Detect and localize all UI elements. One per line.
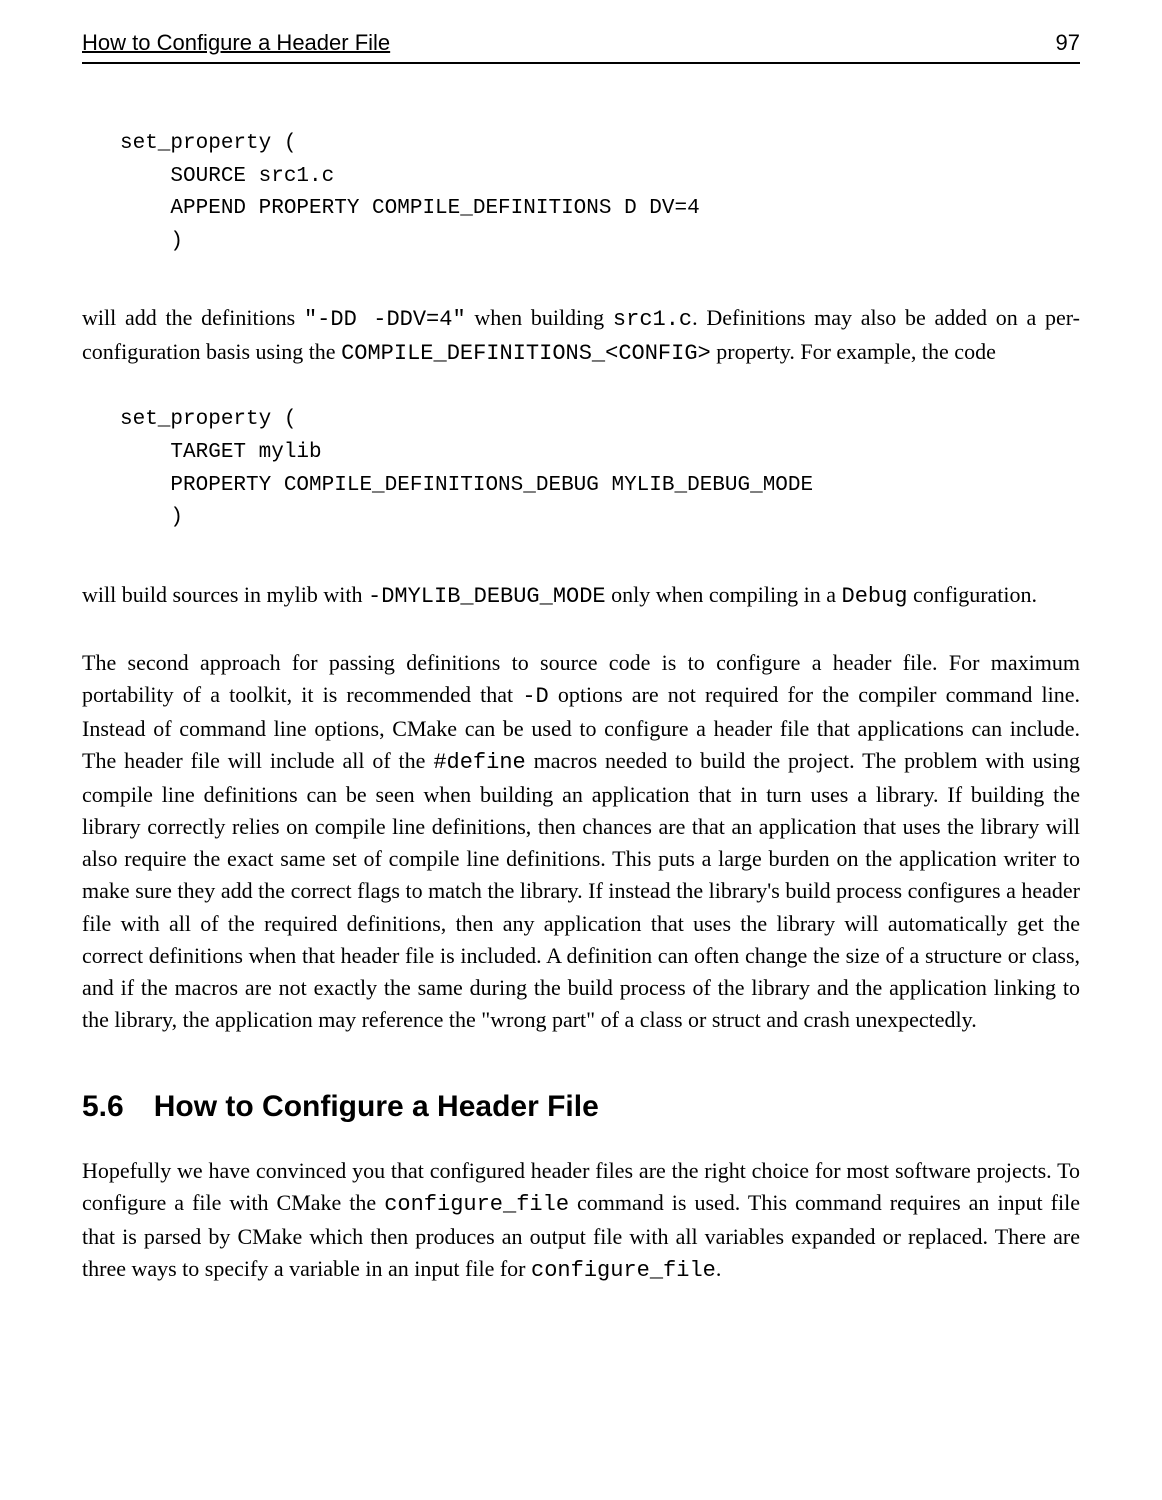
text: property. For example, the code xyxy=(711,339,996,364)
code-line: APPEND PROPERTY COMPILE_DEFINITIONS D DV… xyxy=(120,197,700,220)
paragraph-1: will add the definitions "-DD -DDV=4" wh… xyxy=(82,302,1080,370)
code-line: set_property ( xyxy=(120,132,296,155)
code-line: ) xyxy=(120,506,183,529)
page: How to Configure a Header File 97 set_pr… xyxy=(0,0,1162,1500)
inline-code: COMPILE_DEFINITIONS_<CONFIG> xyxy=(341,341,711,366)
text: will add the definitions xyxy=(82,305,304,330)
code-line: ) xyxy=(120,230,183,253)
inline-code: configure_file xyxy=(384,1192,569,1217)
section-heading: 5.6 How to Configure a Header File xyxy=(82,1084,1080,1129)
inline-code: "-DD -DDV=4" xyxy=(304,307,466,332)
code-block-1: set_property ( SOURCE src1.c APPEND PROP… xyxy=(120,128,1080,258)
text: configuration. xyxy=(908,582,1038,607)
text: when building xyxy=(466,305,613,330)
section-title: How to Configure a Header File xyxy=(154,1090,599,1123)
inline-code: configure_file xyxy=(531,1258,716,1283)
code-line: set_property ( xyxy=(120,408,296,431)
paragraph-3: The second approach for passing definiti… xyxy=(82,647,1080,1036)
inline-code: -DMYLIB_DEBUG_MODE xyxy=(368,584,606,609)
text: will build sources in mylib with xyxy=(82,582,368,607)
text: . xyxy=(716,1256,722,1281)
paragraph-4: Hopefully we have convinced you that con… xyxy=(82,1155,1080,1287)
inline-code: Debug xyxy=(842,584,908,609)
text: macros needed to build the project. The … xyxy=(82,748,1080,1032)
paragraph-2: will build sources in mylib with -DMYLIB… xyxy=(82,579,1080,613)
code-line: SOURCE src1.c xyxy=(120,165,334,188)
code-block-2: set_property ( TARGET mylib PROPERTY COM… xyxy=(120,404,1080,534)
code-line: PROPERTY COMPILE_DEFINITIONS_DEBUG MYLIB… xyxy=(120,474,813,497)
running-title: How to Configure a Header File xyxy=(82,26,390,59)
inline-code: -D xyxy=(522,684,548,709)
running-header: How to Configure a Header File 97 xyxy=(82,26,1080,64)
page-number: 97 xyxy=(1056,26,1080,59)
text: only when compiling in a xyxy=(606,582,842,607)
section-number: 5.6 xyxy=(82,1090,124,1123)
inline-code: #define xyxy=(433,750,525,775)
code-line: TARGET mylib xyxy=(120,441,322,464)
inline-code: src1.c xyxy=(613,307,692,332)
